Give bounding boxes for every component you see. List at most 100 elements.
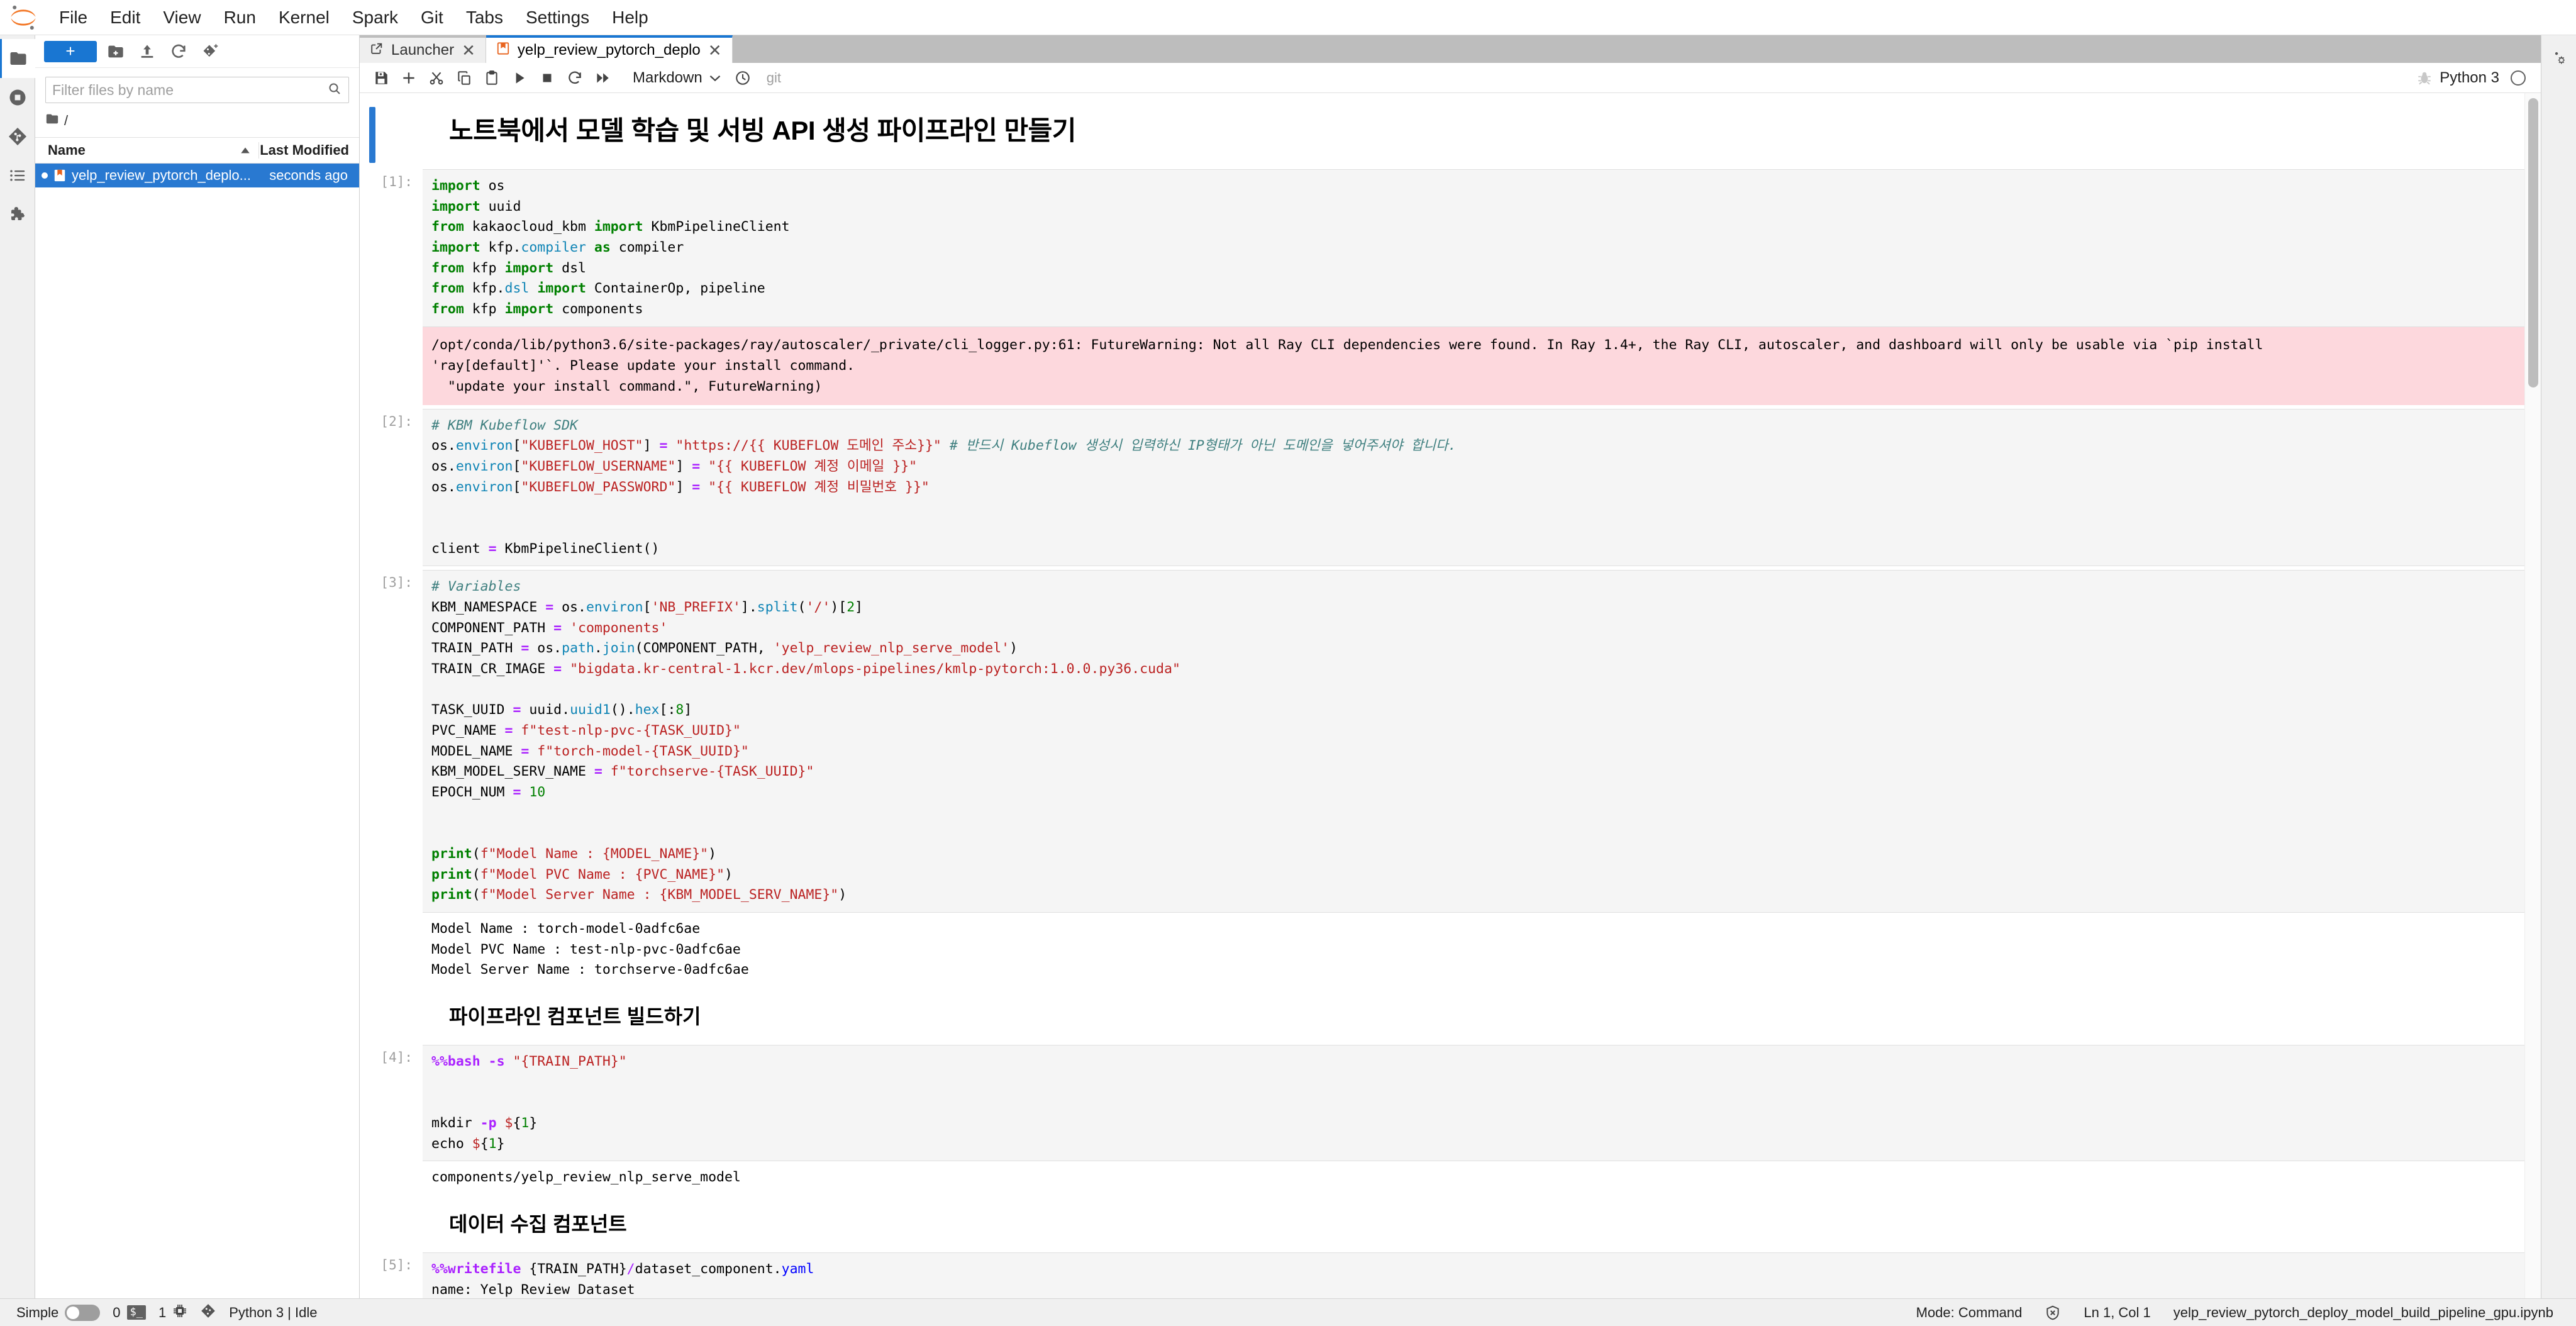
notebook-cell-3[interactable]: [3]: # Variables KBM_NAMESPACE = os.envi… [360,570,2524,987]
terminals-status[interactable]: 0 $_ [113,1305,146,1321]
close-icon[interactable]: ✕ [708,42,722,58]
scrollbar-thumb[interactable] [2528,98,2538,387]
clock-icon[interactable] [730,65,755,91]
insert-cell-button[interactable] [396,65,421,91]
tab-launcher[interactable]: Launcher ✕ [360,38,486,63]
cell-prompt: [2]: [380,413,413,429]
list-icon [8,166,27,185]
notebook-cell-markdown-title[interactable]: 노트북에서 모델 학습 및 서빙 API 생성 파이프라인 만들기 [360,104,2524,165]
code-editor[interactable]: # Variables KBM_NAMESPACE = os.environ['… [423,570,2524,913]
copy-button[interactable] [452,65,477,91]
notebook-cell-1[interactable]: [1]: import os import uuid from kakaoclo… [360,169,2524,405]
notebook-scrollbar[interactable] [2524,93,2541,1298]
cursor-position[interactable]: Ln 1, Col 1 [2084,1305,2150,1321]
breadcrumb[interactable]: / [35,107,359,137]
bug-icon[interactable] [2412,65,2437,91]
restart-run-all-button[interactable] [590,65,615,91]
kernel-status-text[interactable]: Python 3 | Idle [229,1305,317,1321]
run-button[interactable] [507,65,532,91]
cell-selection-bar [367,570,376,987]
paste-button[interactable] [479,65,504,91]
list-item[interactable]: yelp_review_pytorch_deplo... seconds ago [35,164,359,187]
notebook-cell-5[interactable]: [5]: %%writefile {TRAIN_PATH}/dataset_co… [360,1252,2524,1298]
notebook-cell-4[interactable]: [4]: %%bash -s "{TRAIN_PATH}" mkdir -p $… [360,1045,2524,1195]
git-icon [8,126,28,147]
simple-mode-toggle[interactable]: Simple [16,1304,101,1321]
git-branch-status[interactable] [200,1303,216,1323]
menu-help[interactable]: Help [601,4,660,31]
refresh-icon[interactable] [166,41,191,62]
notebook-cell-2[interactable]: [2]: # KBM Kubeflow SDK os.environ["KUBE… [360,408,2524,567]
sidebar-item-git[interactable] [0,117,35,156]
menu-view[interactable]: View [152,4,212,31]
code-editor[interactable]: import os import uuid from kakaocloud_kb… [423,169,2524,327]
menu-settings[interactable]: Settings [514,4,601,31]
sidebar-item-extensions[interactable] [0,195,35,234]
menu-run[interactable]: Run [213,4,267,31]
section-heading: 데이터 수집 컴포넌트 [449,1213,627,1236]
notebook-toolbar: Markdown git Python 3 [360,63,2541,93]
sidebar-item-file-browser[interactable] [0,39,35,78]
notebook-panel[interactable]: 노트북에서 모델 학습 및 서빙 API 생성 파이프라인 만들기 [1]: i… [360,93,2524,1298]
cell-selection-bar [367,104,376,165]
page-title: 노트북에서 모델 학습 및 서빙 API 생성 파이프라인 만들기 [449,116,1076,145]
cell-prompt [376,1198,423,1249]
cell-selection-bar [367,1198,376,1249]
gears-icon [2548,49,2570,70]
right-activity-bar [2541,35,2576,1298]
file-browser-toolbar: + [35,35,359,68]
main-body: + Filter files by name / Name Last Modif… [0,35,2576,1298]
column-header-name[interactable]: Name [35,142,258,159]
sidebar-item-running[interactable] [0,78,35,117]
cell-output-stdout: Model Name : torch-model-0adfc6ae Model … [431,921,749,978]
file-filter-box[interactable] [45,77,349,103]
sidebar-item-table-of-contents[interactable] [0,156,35,195]
cell-type-value: Markdown [633,69,702,86]
save-button[interactable] [369,65,394,91]
menu-edit[interactable]: Edit [99,4,152,31]
code-editor[interactable]: %%writefile {TRAIN_PATH}/dataset_compone… [423,1252,2524,1298]
close-icon[interactable]: ✕ [462,42,475,58]
toggle-switch[interactable] [65,1304,101,1321]
trusted-icon[interactable] [2045,1305,2061,1321]
menu-file[interactable]: File [48,4,99,31]
kernels-count: 1 [158,1304,167,1320]
kernels-status[interactable]: 1 [158,1303,187,1322]
file-filter-input[interactable] [52,81,327,99]
git-icon [200,1303,216,1323]
tab-notebook[interactable]: yelp_review_pytorch_deplo ✕ [486,35,733,63]
kernel-status-indicator [2511,70,2526,86]
list-item-modified: seconds ago [269,167,348,183]
notebook-cell-markdown-build[interactable]: 파이프라인 컴포넌트 빌드하기 [360,991,2524,1041]
cell-selection-bar [367,1252,376,1298]
interrupt-button[interactable] [535,65,560,91]
cell-prompt: [4]: [380,1050,413,1066]
new-folder-icon[interactable] [103,41,128,62]
menu-git[interactable]: Git [409,4,455,31]
git-status-label: git [766,69,781,86]
new-checkpoint-icon[interactable] [197,41,223,62]
restart-kernel-button[interactable] [562,65,587,91]
upload-icon[interactable] [135,41,160,62]
kernel-name-label[interactable]: Python 3 [2440,69,2499,87]
tab-bar: Launcher ✕ yelp_review_pytorch_deplo ✕ [360,35,2541,63]
code-editor[interactable]: # KBM Kubeflow SDK os.environ["KUBEFLOW_… [423,408,2524,567]
menu-kernel[interactable]: Kernel [267,4,341,31]
column-header-last-modified[interactable]: Last Modified [258,142,359,159]
menu-tabs[interactable]: Tabs [455,4,514,31]
new-launcher-button[interactable]: + [44,40,97,62]
terminal-icon: $_ [126,1305,146,1320]
search-icon [327,81,342,99]
cut-button[interactable] [424,65,449,91]
code-editor[interactable]: %%bash -s "{TRAIN_PATH}" mkdir -p ${1} e… [423,1045,2524,1162]
menu-spark[interactable]: Spark [341,4,409,31]
cell-selection-bar [367,409,376,567]
launcher-icon [370,42,384,60]
cell-type-select[interactable]: Markdown [626,67,728,89]
stop-circle-icon [8,88,27,107]
puzzle-icon [8,205,27,224]
notebook-cell-markdown-dataset[interactable]: 데이터 수집 컴포넌트 [360,1198,2524,1249]
breadcrumb-root[interactable]: / [64,113,68,129]
cell-prompt [376,104,423,165]
sidebar-item-property-inspector[interactable] [2541,40,2576,79]
